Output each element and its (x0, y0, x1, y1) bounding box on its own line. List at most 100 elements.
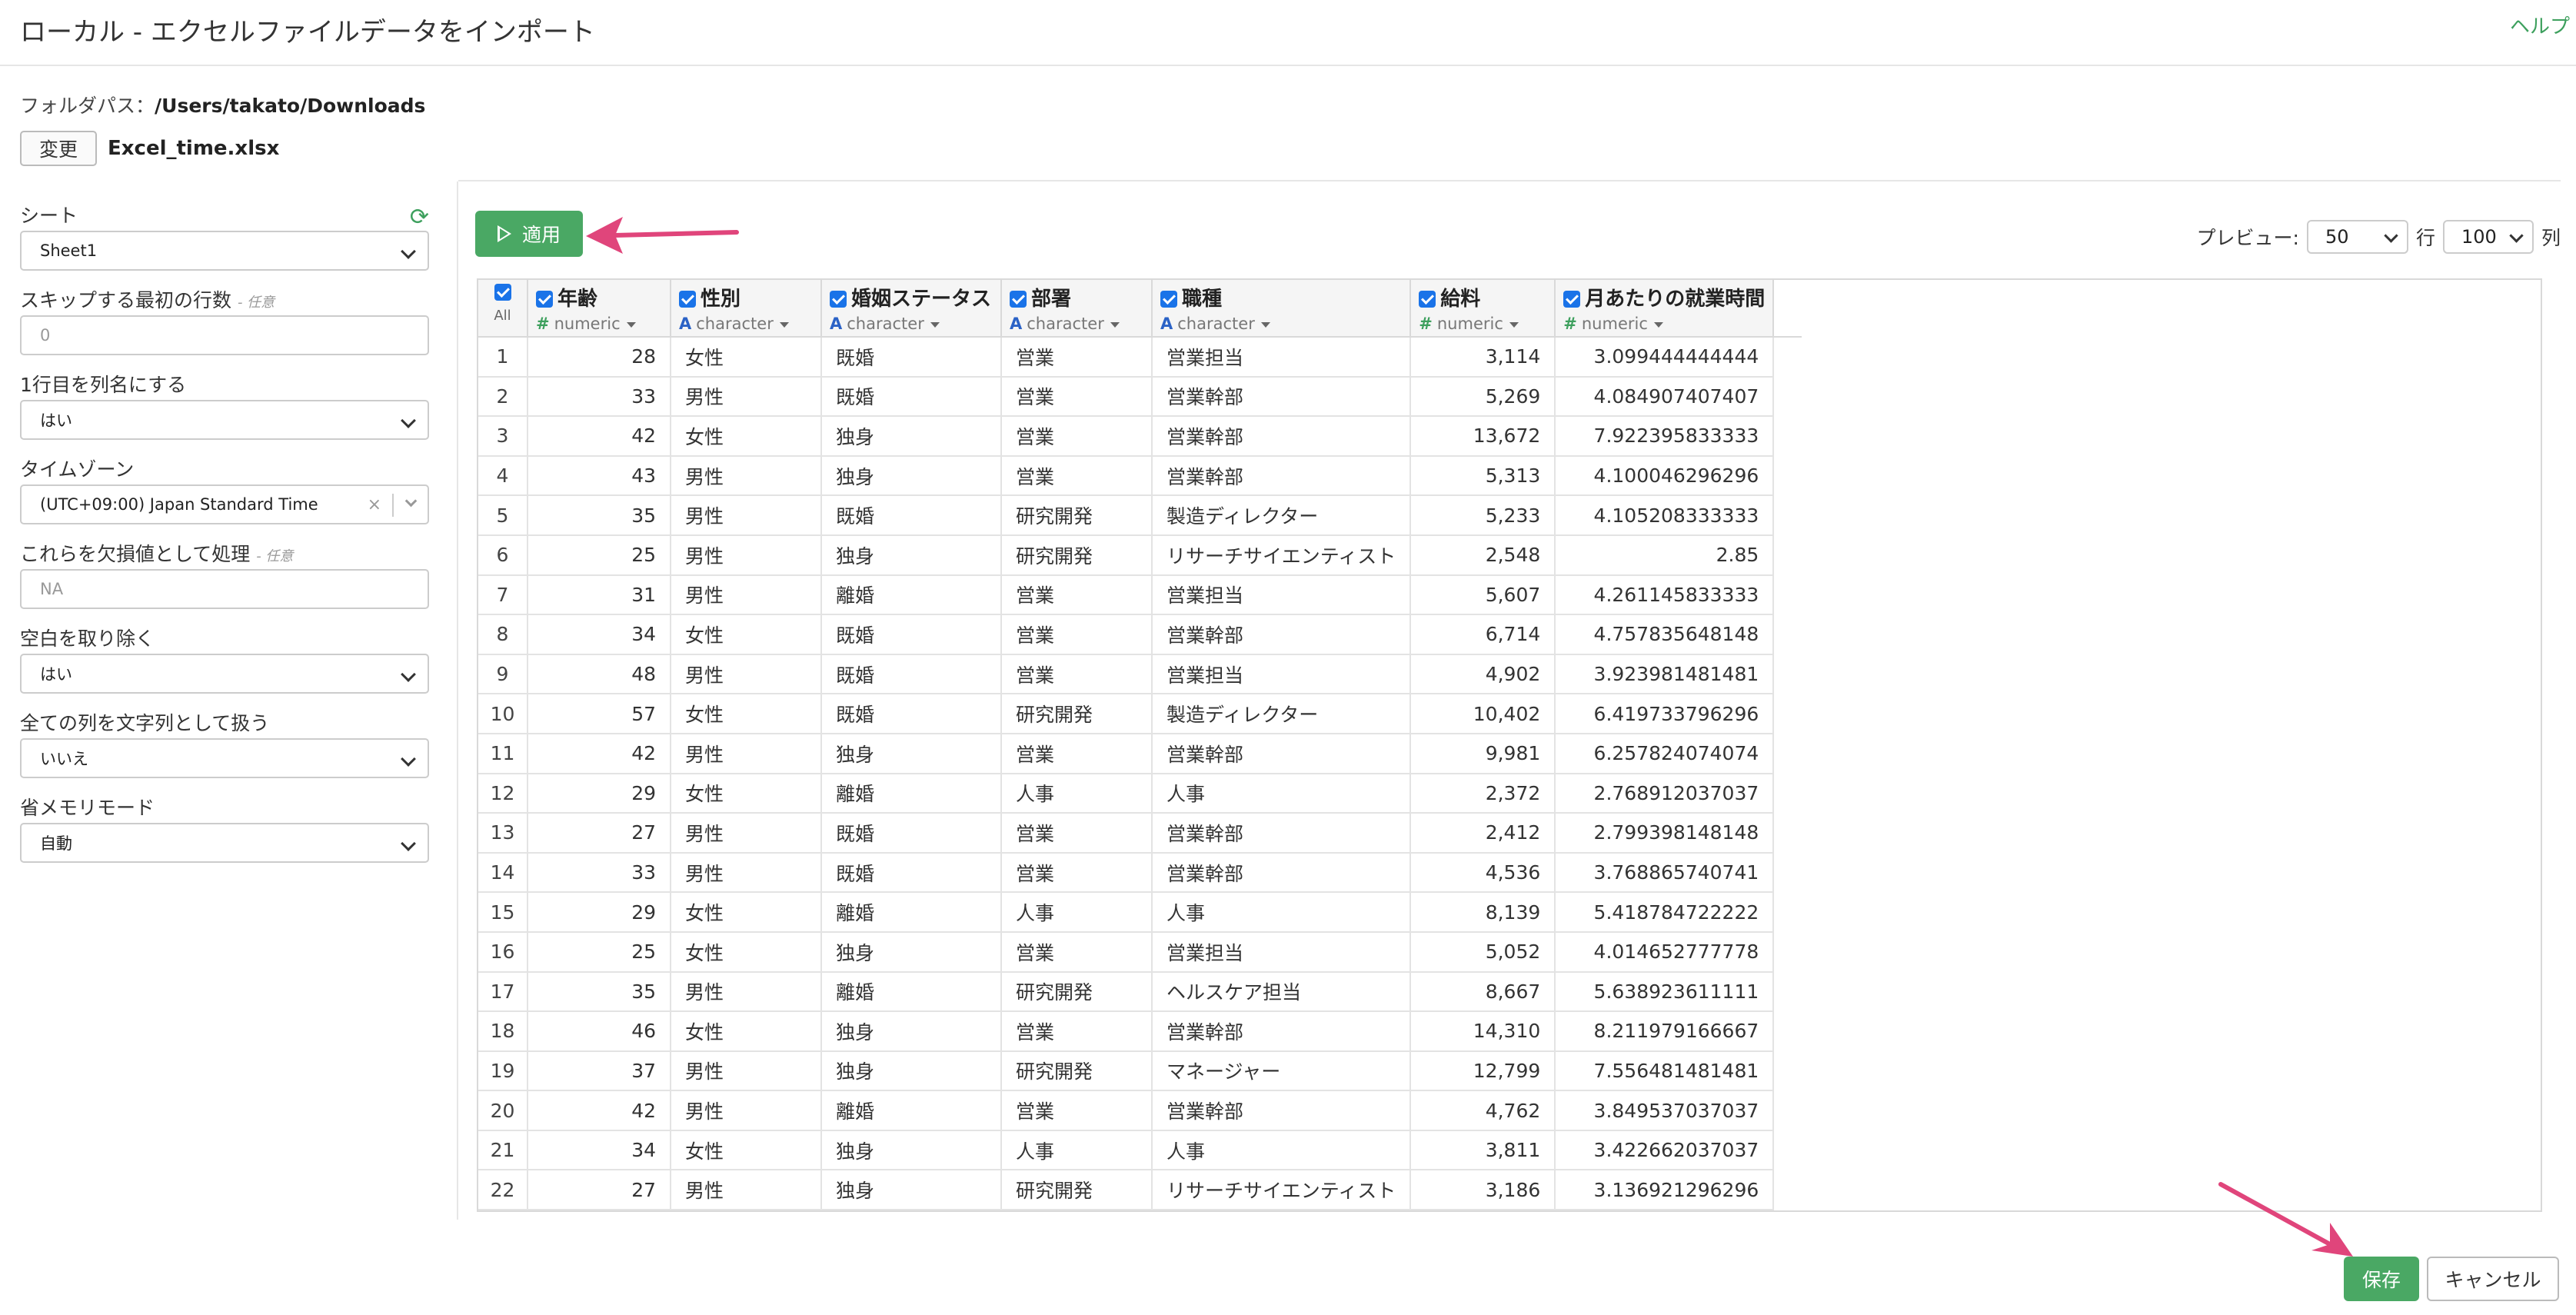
table-cell: 4.261145833333 (1555, 574, 1775, 616)
column-type-selector[interactable]: # numeric (1563, 315, 1765, 333)
caret-down-icon (1509, 322, 1519, 328)
table-cell: 2,412 (1410, 813, 1556, 854)
table-cell: 独身 (821, 455, 1002, 497)
column-checkbox[interactable] (1563, 291, 1581, 308)
column-type-selector[interactable]: # numeric (536, 315, 662, 333)
table-cell: 4,536 (1410, 852, 1556, 894)
row-index: 20 (478, 1090, 528, 1131)
timezone-select[interactable]: (UTC+09:00) Japan Standard Time × (20, 484, 429, 524)
table-cell: 女性 (671, 1011, 822, 1052)
preview-cols-select[interactable]: 100 (2442, 220, 2534, 254)
table-cell: 48 (528, 654, 671, 695)
column-checkbox[interactable] (830, 291, 847, 308)
row-index: 3 (478, 416, 528, 457)
column-header[interactable]: 部署 Acharacter (1001, 280, 1153, 338)
save-button[interactable]: 保存 (2344, 1257, 2419, 1301)
sheet-select[interactable]: Sheet1 (20, 231, 429, 271)
column-type-selector[interactable]: Acharacter (1010, 315, 1143, 333)
table-cell: 34 (528, 1130, 671, 1171)
all-as-text-select[interactable]: いいえ (20, 738, 429, 778)
column-type-selector[interactable]: Acharacter (830, 315, 993, 333)
table-cell: 女性 (671, 416, 822, 457)
row-filler (1773, 495, 1802, 535)
table-cell: 43 (528, 455, 671, 497)
column-checkbox[interactable] (536, 291, 553, 308)
table-cell: 離婚 (821, 892, 1002, 933)
chevron-down-icon[interactable] (404, 494, 418, 508)
column-name: 婚姻ステータス (851, 288, 992, 311)
table-cell: 2.768912037037 (1555, 773, 1775, 814)
table-cell: 男性 (671, 852, 822, 894)
table-cell: 既婚 (821, 614, 1002, 655)
row-index: 2 (478, 376, 528, 418)
table-cell: 営業幹部 (1152, 416, 1412, 457)
column-header[interactable]: 月あたりの就業時間 # numeric (1555, 280, 1775, 338)
refresh-icon[interactable]: ⟳ (410, 203, 429, 232)
column-type: numeric (1581, 315, 1648, 333)
row-filler (1773, 534, 1802, 575)
table-cell: 3,186 (1410, 1170, 1556, 1210)
column-header[interactable]: 給料 # numeric (1410, 280, 1556, 338)
table-cell: 営業幹部 (1152, 614, 1412, 655)
table-cell: 独身 (821, 733, 1002, 774)
table-cell: 5,233 (1410, 495, 1556, 536)
sidebar-divider (457, 181, 458, 1220)
column-type-selector[interactable]: Acharacter (679, 315, 813, 333)
row-index: 14 (478, 852, 528, 894)
table-cell: 46 (528, 1011, 671, 1052)
table-cell: 人事 (1152, 1130, 1412, 1171)
table-cell: 男性 (671, 376, 822, 418)
column-header[interactable]: 職種 Acharacter (1152, 280, 1412, 338)
header-row-select[interactable]: はい (20, 400, 429, 440)
table-cell: 9,981 (1410, 733, 1556, 774)
row-filler (1773, 337, 1802, 377)
column-checkbox[interactable] (679, 291, 696, 308)
column-header[interactable]: 婚姻ステータス Acharacter (821, 280, 1002, 338)
table-row: 12 29 女性 離婚 人事 人事 2,372 2.768912037037 (478, 773, 1802, 814)
column-checkbox[interactable] (1419, 291, 1436, 308)
column-header[interactable]: 性別 Acharacter (671, 280, 822, 338)
apply-button[interactable]: 適用 (475, 211, 583, 257)
column-header[interactable]: 年齢 # numeric (528, 280, 671, 338)
column-type-selector[interactable]: # numeric (1419, 315, 1546, 333)
table-cell: 2,372 (1410, 773, 1556, 814)
row-index: 16 (478, 931, 528, 973)
column-type: numeric (554, 315, 621, 333)
table-row: 19 37 男性 独身 研究開発 マネージャー 12,799 7.556481481481 (478, 1050, 1802, 1092)
change-file-button[interactable]: 変更 (20, 131, 97, 166)
memory-mode-label: 省メモリモード (20, 797, 155, 819)
na-values-label: これらを欠損値として処理 - 任意 (20, 543, 294, 565)
na-values-input[interactable]: NA (20, 569, 429, 609)
memory-mode-select[interactable]: 自動 (20, 823, 429, 863)
timezone-label: タイムゾーン (20, 458, 135, 481)
table-row: 21 34 女性 独身 人事 人事 3,811 3.422662037037 (478, 1130, 1802, 1171)
table-cell: 男性 (671, 534, 822, 576)
column-checkbox[interactable] (1010, 291, 1027, 308)
table-cell: 3,114 (1410, 337, 1556, 378)
column-name: 性別 (701, 288, 741, 311)
table-cell: 25 (528, 534, 671, 576)
rows-unit: 行 (2415, 227, 2435, 249)
select-all-checkbox[interactable] (494, 284, 511, 301)
help-link[interactable]: ヘルプ (2510, 11, 2570, 39)
column-checkbox[interactable] (1160, 291, 1177, 308)
cancel-button[interactable]: キャンセル (2427, 1257, 2559, 1301)
row-filler (1773, 1011, 1802, 1051)
trim-whitespace-select[interactable]: はい (20, 654, 429, 694)
table-cell: 42 (528, 416, 671, 457)
play-icon (497, 225, 511, 242)
skip-rows-input[interactable]: 0 (20, 315, 429, 355)
table-cell: リサーチサイエンティスト (1152, 1170, 1412, 1210)
table-cell: 6.257824074074 (1555, 733, 1775, 774)
table-row: 9 48 男性 既婚 営業 営業担当 4,902 3.923981481481 (478, 654, 1802, 695)
table-cell: 営業 (1001, 931, 1153, 973)
table-cell: 2.799398148148 (1555, 813, 1775, 854)
preview-rows-select[interactable]: 50 (2306, 220, 2408, 254)
column-type-selector[interactable]: Acharacter (1160, 315, 1402, 333)
table-cell: 製造ディレクター (1152, 694, 1412, 734)
table-cell: 27 (528, 813, 671, 854)
all-as-text-label: 全ての列を文字列として扱う (20, 712, 270, 734)
clear-icon[interactable]: × (368, 495, 381, 514)
table-row: 20 42 男性 離婚 営業 営業幹部 4,762 3.849537037037 (478, 1090, 1802, 1131)
table-cell: 男性 (671, 1090, 822, 1131)
